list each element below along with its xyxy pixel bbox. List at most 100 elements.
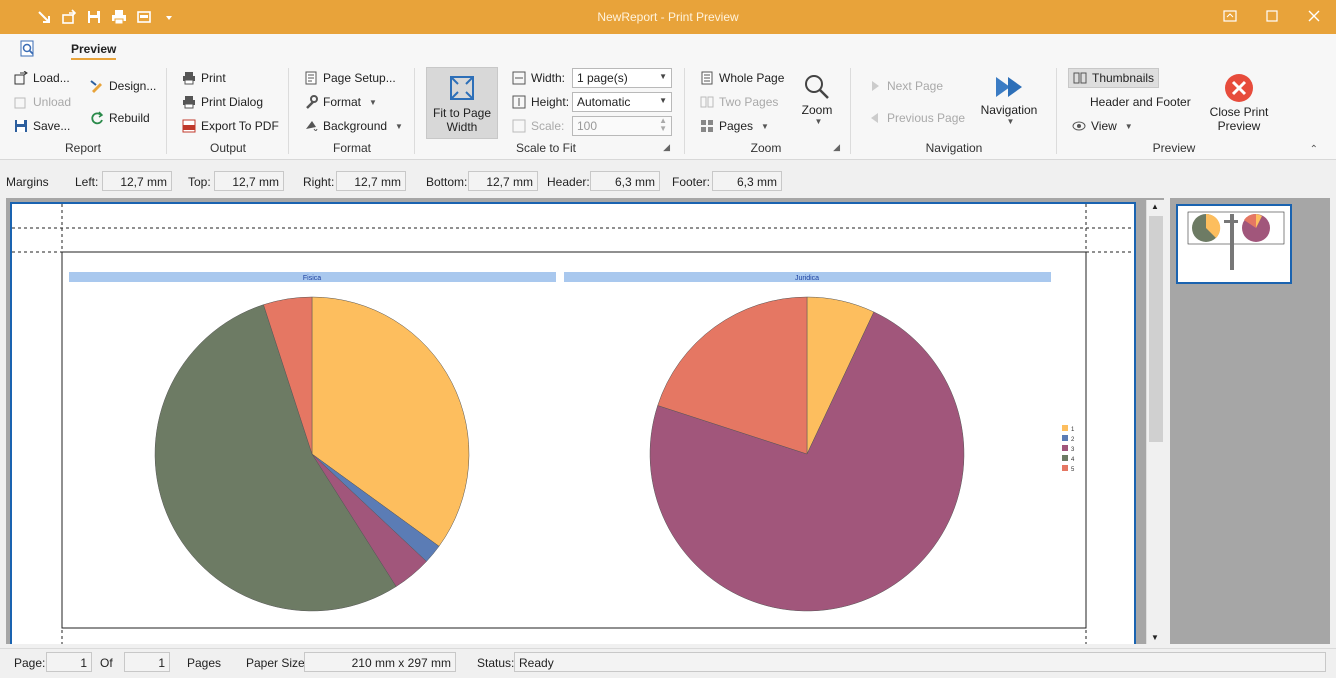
whole-page-icon <box>700 71 714 85</box>
two-pages-button[interactable]: Two Pages <box>700 95 778 109</box>
vertical-scrollbar[interactable]: ▲ ▼ <box>1146 200 1164 644</box>
right-margin-field[interactable]: 12,7 mm <box>336 171 406 191</box>
width-label: Width: <box>512 71 565 85</box>
bottom-margin-field[interactable]: 12,7 mm <box>468 171 538 191</box>
chevron-down-icon: ▼ <box>659 96 667 105</box>
pages-button[interactable]: Pages ▼ <box>700 119 769 133</box>
page-thumbnail[interactable] <box>1176 204 1292 284</box>
print-button[interactable]: Print <box>182 71 226 85</box>
output-group-label: Output <box>209 141 247 155</box>
chevron-down-icon: ▼ <box>659 72 667 81</box>
save-button[interactable]: Save... <box>14 119 70 133</box>
chart-title: Juridica <box>795 275 819 282</box>
load-button[interactable]: Load... <box>14 70 70 85</box>
magnifier-icon <box>803 73 831 101</box>
design-icon <box>90 79 104 93</box>
navigation-button[interactable]: Navigation ▼ <box>974 73 1044 126</box>
zoom-button[interactable]: Zoom ▼ <box>792 73 842 126</box>
print-dialog-button[interactable]: Print Dialog <box>182 95 263 109</box>
chart-title: Fisica <box>303 275 321 282</box>
legend-label: 4 <box>1071 457 1075 463</box>
whole-page-button[interactable]: Whole Page <box>700 71 784 85</box>
current-page-field[interactable]: 1 <box>46 652 92 672</box>
scale-spinner[interactable]: 100 ▲ ▼ <box>572 116 672 136</box>
scroll-down-icon[interactable]: ▼ <box>1151 633 1159 642</box>
rebuild-button[interactable]: Rebuild <box>90 111 150 125</box>
navigation-icon <box>994 73 1024 101</box>
file-menu-icon[interactable] <box>19 40 37 58</box>
margins-label: Margins <box>6 175 49 189</box>
legend-label: 2 <box>1071 437 1075 443</box>
save-icon <box>14 119 28 133</box>
width-icon <box>512 71 526 85</box>
chart-legend: 1 2 3 4 5 <box>1062 425 1075 473</box>
header-margin-label: Header: <box>547 175 590 189</box>
top-margin-field[interactable]: 12,7 mm <box>214 171 284 191</box>
height-select[interactable]: Automatic ▼ <box>572 92 672 112</box>
thumbnails-pane <box>1170 198 1330 644</box>
separator <box>684 68 685 154</box>
close-print-preview-button[interactable]: Close Print Preview <box>1204 73 1274 133</box>
header-footer-button[interactable]: Header and Footer <box>1090 95 1191 109</box>
pages-dropdown-icon: ▼ <box>761 121 769 131</box>
window-title: NewReport - Print Preview <box>597 10 739 24</box>
close-window-icon[interactable] <box>1306 8 1322 24</box>
page-setup-icon <box>304 71 318 85</box>
fit-width-icon <box>448 74 476 102</box>
navigation-dropdown-icon: ▼ <box>1006 117 1015 126</box>
output-group: Print Print Dialog Export To PDF Output <box>170 67 286 157</box>
page-setup-button[interactable]: Page Setup... <box>304 71 396 85</box>
zoom-dropdown-icon: ▼ <box>814 117 823 126</box>
width-select[interactable]: 1 page(s) ▼ <box>572 68 672 88</box>
background-icon <box>304 119 318 133</box>
design-button[interactable]: Design... <box>90 79 156 93</box>
left-margin-field[interactable]: 12,7 mm <box>102 171 172 191</box>
wrench-icon <box>304 95 318 109</box>
maximize-icon[interactable] <box>1264 8 1280 24</box>
scroll-thumb[interactable] <box>1149 216 1163 442</box>
status-field: Ready <box>514 652 1326 672</box>
preview-viewport[interactable]: Fisica Juridica 1 2 3 4 5 <box>6 198 1164 644</box>
status-label: Status: <box>477 656 515 670</box>
fit-to-page-width-button[interactable]: Fit to Page Width <box>426 67 498 139</box>
format-button[interactable]: Format ▼ <box>304 95 377 109</box>
preview-group: Thumbnails Header and Footer View ▼ Close… <box>1060 67 1288 157</box>
report-page: Fisica Juridica 1 2 3 4 5 <box>10 202 1136 644</box>
legend-label: 5 <box>1071 467 1075 473</box>
legend-swatch <box>1062 435 1068 441</box>
zoom-dialog-launcher-icon[interactable]: ◢ <box>833 142 840 153</box>
restore-ribbon-icon[interactable] <box>1222 8 1238 24</box>
legend-label: 1 <box>1071 427 1075 433</box>
legend-swatch <box>1062 445 1068 451</box>
view-button[interactable]: View ▼ <box>1072 119 1133 133</box>
scale-to-fit-group: Fit to Page Width Width: 1 page(s) ▼ Heig… <box>418 67 674 157</box>
two-pages-icon <box>700 95 714 109</box>
next-page-button[interactable]: Next Page <box>868 79 943 93</box>
pie-chart-juridica <box>649 296 965 612</box>
header-margin-field[interactable]: 6,3 mm <box>590 171 660 191</box>
previous-page-button[interactable]: Previous Page <box>868 111 965 125</box>
pages-icon <box>700 119 714 133</box>
right-margin-label: Right: <box>303 175 335 189</box>
legend-swatch <box>1062 455 1068 461</box>
footer-margin-field[interactable]: 6,3 mm <box>712 171 782 191</box>
tab-preview[interactable]: Preview <box>71 42 117 60</box>
report-group: Load... Unload Save... Design... Rebuild… <box>6 67 160 157</box>
export-pdf-button[interactable]: Export To PDF <box>182 119 279 133</box>
thumbnails-button[interactable]: Thumbnails <box>1068 68 1160 88</box>
status-bar: Page: 1 Of 1 Pages Paper Size: 210 mm x … <box>0 648 1336 678</box>
unload-icon <box>14 95 28 109</box>
format-dropdown-icon: ▼ <box>369 97 377 107</box>
scale-dialog-launcher-icon[interactable]: ◢ <box>663 142 670 153</box>
scroll-up-icon[interactable]: ▲ <box>1151 202 1159 211</box>
print-preview-window: { "window": { "title": "NewReport - Prin… <box>0 0 1336 678</box>
unload-button[interactable]: Unload <box>14 95 71 109</box>
separator <box>1056 68 1057 154</box>
collapse-ribbon-icon[interactable]: ⌃ <box>1310 144 1318 155</box>
total-pages-field: 1 <box>124 652 170 672</box>
window-controls <box>1222 8 1322 24</box>
format-group: Page Setup... Format ▼ Background ▼ Format <box>292 67 412 157</box>
background-button[interactable]: Background ▼ <box>304 119 403 133</box>
legend-swatch <box>1062 465 1068 471</box>
separator <box>850 68 851 154</box>
